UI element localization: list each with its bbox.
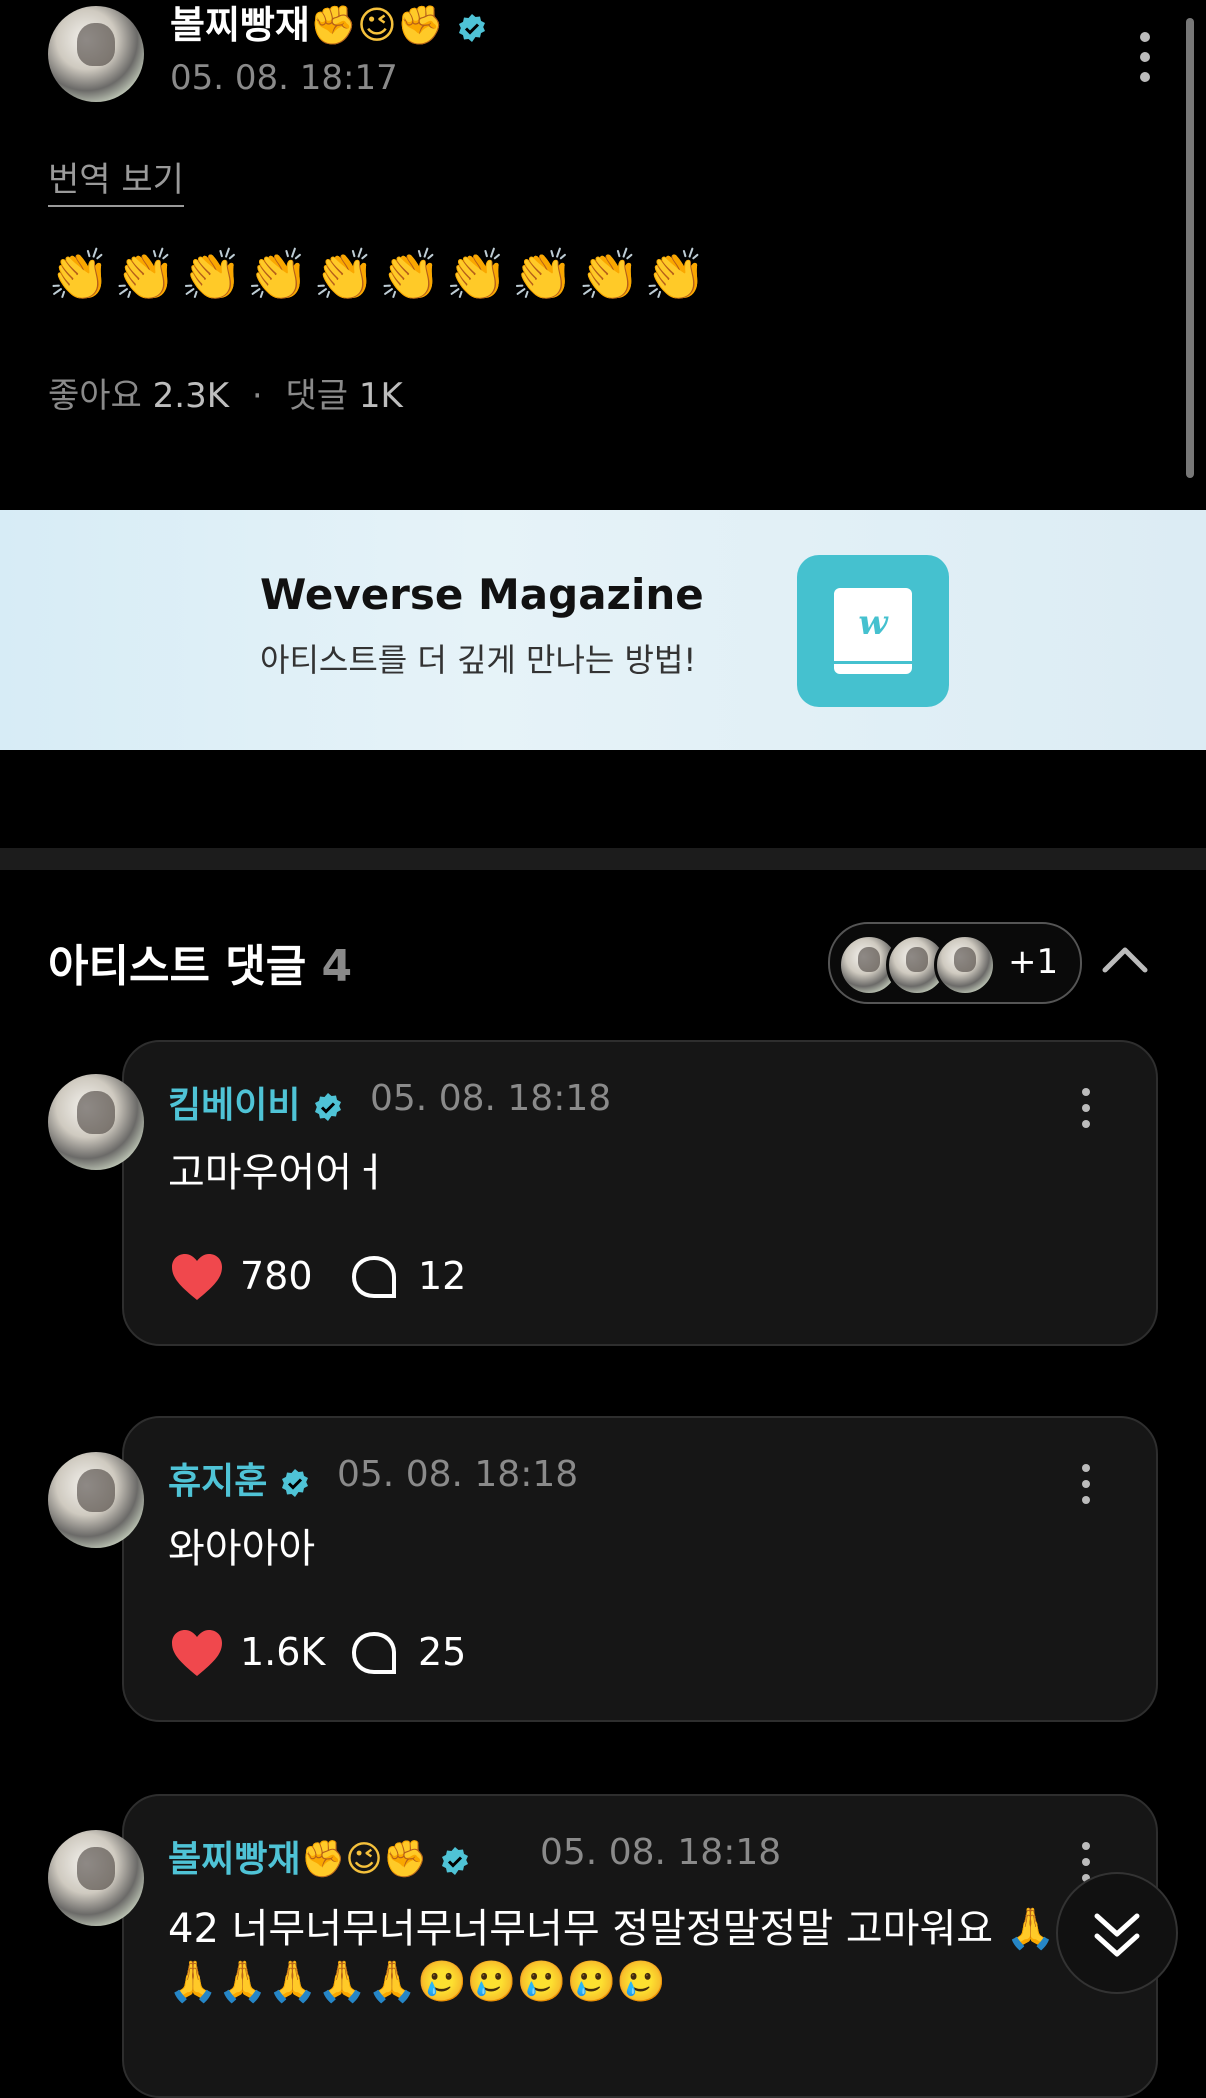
comment-author-name[interactable]: 볼찌빵재✊😉✊: [168, 1830, 470, 1882]
comment-date: 05. 08. 18:18: [337, 1454, 579, 1495]
weverse-logo-letter: w: [858, 603, 888, 643]
reply-bubble-icon[interactable]: [350, 1630, 398, 1678]
comment-author-label: 휴지훈: [168, 1461, 268, 1502]
comment-more-icon[interactable]: [1078, 1464, 1094, 1512]
like-count: 780: [240, 1254, 313, 1298]
comments-count[interactable]: 1K: [359, 376, 403, 416]
comment-author-avatar[interactable]: [48, 1830, 144, 1926]
comment-author-label: 킴베이비: [168, 1085, 301, 1126]
scroll-down-button[interactable]: [1056, 1872, 1178, 1994]
post-author-name[interactable]: 볼찌빵재✊😉✊: [170, 0, 487, 50]
artist-comments-count: 4: [321, 941, 353, 992]
verified-badge-icon: [442, 1847, 469, 1875]
likes-count[interactable]: 2.3K: [153, 376, 229, 416]
stats-separator: ·: [251, 376, 263, 416]
banner-subtitle: 아티스트를 더 깊게 만나는 방법!: [260, 641, 697, 679]
double-chevron-down-icon: [1094, 1913, 1140, 1957]
artist-avatars-pill[interactable]: +1: [828, 922, 1082, 1004]
like-count: 1.6K: [240, 1630, 326, 1674]
verified-badge-icon: [281, 1469, 308, 1497]
likes-label[interactable]: 좋아요: [48, 376, 142, 416]
comment-text: 고마우어어ㅓ: [168, 1150, 389, 1196]
comment-author-name[interactable]: 휴지훈: [168, 1452, 310, 1504]
comment-more-icon[interactable]: [1078, 1088, 1094, 1136]
post-author-label: 볼찌빵재: [170, 3, 310, 47]
section-divider: [0, 848, 1206, 870]
artist-avatar: [934, 934, 996, 996]
comment-author-label: 볼찌빵재: [168, 1839, 301, 1880]
reply-count: 12: [418, 1254, 467, 1298]
banner-title: Weverse Magazine: [260, 570, 704, 619]
verified-badge-icon: [459, 13, 486, 42]
verified-badge-icon: [315, 1093, 342, 1121]
weverse-book-icon: w: [797, 555, 949, 707]
heart-icon[interactable]: [170, 1252, 224, 1302]
scrollbar[interactable]: [1186, 18, 1194, 478]
translate-link[interactable]: 번역 보기: [48, 152, 184, 207]
comment-text-line2: 🙏🙏🙏🙏🙏🥲🥲🥲🥲🥲: [168, 1959, 667, 2005]
comment-author-avatar[interactable]: [48, 1452, 144, 1548]
reply-bubble-icon[interactable]: [350, 1254, 398, 1302]
comment-date: 05. 08. 18:18: [370, 1078, 612, 1119]
post-date: 05. 08. 18:17: [170, 58, 398, 98]
chevron-up-icon[interactable]: [1100, 940, 1150, 980]
post-more-icon[interactable]: [1135, 32, 1155, 92]
author-emojis: ✊😉✊: [300, 1839, 428, 1880]
artist-comments-label: 아티스트 댓글: [48, 941, 307, 992]
comment-date: 05. 08. 18:18: [540, 1832, 782, 1873]
comment-text: 42 너무너무너무너무너무 정말정말정말 고마워요 🙏: [168, 1906, 1056, 1952]
author-emojis: ✊😉✊: [309, 3, 445, 47]
more-artists-count: +1: [1008, 942, 1059, 982]
heart-icon[interactable]: [170, 1628, 224, 1678]
comment-author-avatar[interactable]: [48, 1074, 144, 1170]
post-author-avatar[interactable]: [48, 6, 144, 102]
comment-author-name[interactable]: 킴베이비: [168, 1076, 343, 1128]
comment-text: 와아아아: [168, 1526, 316, 1572]
post-stats: 좋아요 2.3K · 댓글 1K: [48, 368, 403, 417]
reply-count: 25: [418, 1630, 467, 1674]
artist-comments-title: 아티스트 댓글 4: [48, 930, 352, 994]
weverse-magazine-banner[interactable]: [0, 510, 1206, 750]
post-content: 👏👏👏👏👏👏👏👏👏👏: [48, 246, 711, 304]
comments-label[interactable]: 댓글: [285, 376, 348, 416]
